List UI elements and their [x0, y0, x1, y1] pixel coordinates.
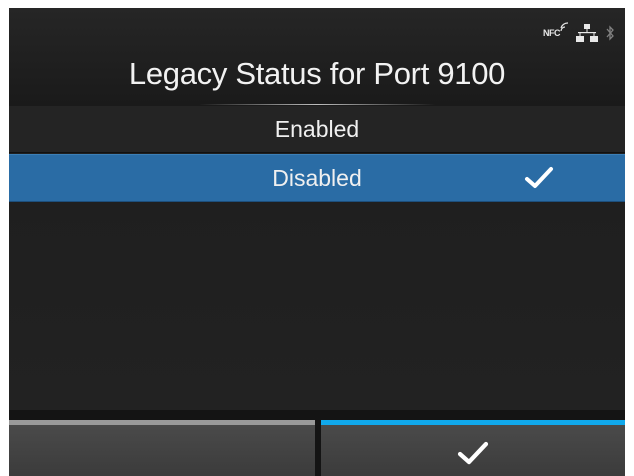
status-icons: NFC	[543, 22, 615, 42]
check-icon	[525, 167, 553, 188]
network-icon	[576, 24, 598, 42]
bluetooth-icon	[606, 25, 614, 41]
option-enabled[interactable]: Enabled	[9, 106, 625, 153]
page-title: Legacy Status for Port 9100	[128, 56, 506, 91]
title-divider	[199, 104, 435, 105]
option-label: Enabled	[274, 115, 360, 142]
nfc-label: NFC	[543, 28, 561, 38]
header: NFC Legacy Status for Port 9100	[9, 8, 625, 106]
left-softkey-button[interactable]	[9, 420, 315, 476]
option-label: Disabled	[272, 164, 362, 191]
nfc-icon: NFC	[543, 22, 569, 38]
confirm-button[interactable]	[321, 420, 625, 476]
softkey-bar	[9, 410, 625, 476]
check-icon	[457, 441, 489, 465]
option-list: Enabled Disabled	[9, 106, 625, 410]
option-disabled[interactable]: Disabled	[9, 154, 625, 202]
printer-display: NFC Legacy Status for Port 9100 Enabled …	[9, 8, 625, 476]
list-empty-area	[9, 202, 625, 410]
